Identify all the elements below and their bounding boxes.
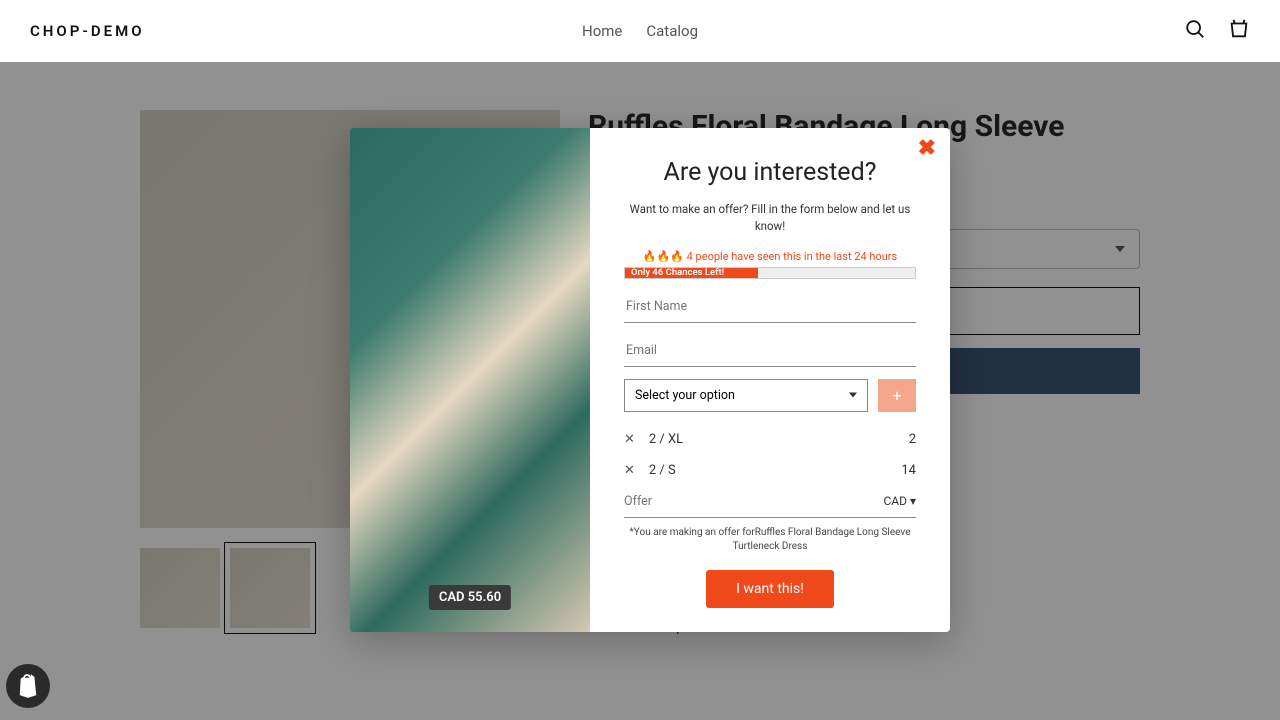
modal-subtitle: Want to make an offer? Fill in the form … (624, 201, 916, 236)
logo[interactable]: CHOP-DEMO (30, 22, 145, 40)
offer-input[interactable] (624, 494, 883, 509)
header-icons (1184, 18, 1250, 44)
variant-qty: 2 (909, 432, 916, 447)
modal-body: ✖ Are you interested? Want to make an of… (590, 128, 950, 632)
email-input[interactable] (624, 335, 916, 367)
shopify-badge-icon[interactable] (6, 664, 50, 708)
main-nav: Home Catalog (582, 22, 698, 40)
option-placeholder: Select your option (635, 388, 735, 403)
offer-row: CAD▾ (624, 488, 916, 518)
offer-modal: CAD 55.60 ✖ Are you interested? Want to … (350, 128, 950, 632)
first-name-input[interactable] (624, 291, 916, 323)
currency-select[interactable]: CAD▾ (883, 494, 916, 508)
chances-text: Only 46 Chances Left! (631, 267, 724, 278)
price-badge: CAD 55.60 (429, 585, 511, 610)
remove-icon[interactable]: ✕ (624, 432, 635, 447)
offer-disclaimer: *You are making an offer forRuffles Flor… (624, 526, 916, 554)
variant-qty: 14 (901, 463, 916, 478)
search-icon[interactable] (1184, 18, 1206, 44)
cart-icon[interactable] (1228, 18, 1250, 44)
variant-label: 2 / S (649, 463, 676, 478)
variant-label: 2 / XL (649, 432, 683, 447)
variant-line: ✕ 2 / S 14 (624, 455, 916, 486)
nav-home[interactable]: Home (582, 22, 622, 40)
add-option-button[interactable]: + (878, 379, 916, 412)
submit-offer-button[interactable]: I want this! (706, 570, 834, 608)
remove-icon[interactable]: ✕ (624, 463, 635, 478)
social-proof: 🔥🔥🔥 4 people have seen this in the last … (624, 250, 916, 263)
modal-title: Are you interested? (624, 158, 916, 187)
nav-catalog[interactable]: Catalog (646, 22, 698, 40)
option-select[interactable]: Select your option (624, 379, 868, 412)
close-icon[interactable]: ✖ (918, 136, 936, 161)
chevron-down-icon: ▾ (910, 494, 916, 508)
option-row: Select your option + (624, 379, 916, 412)
variant-line: ✕ 2 / XL 2 (624, 424, 916, 455)
chances-bar: Only 46 Chances Left! (624, 267, 916, 279)
modal-product-image: CAD 55.60 (350, 128, 590, 632)
site-header: CHOP-DEMO Home Catalog (0, 0, 1280, 62)
